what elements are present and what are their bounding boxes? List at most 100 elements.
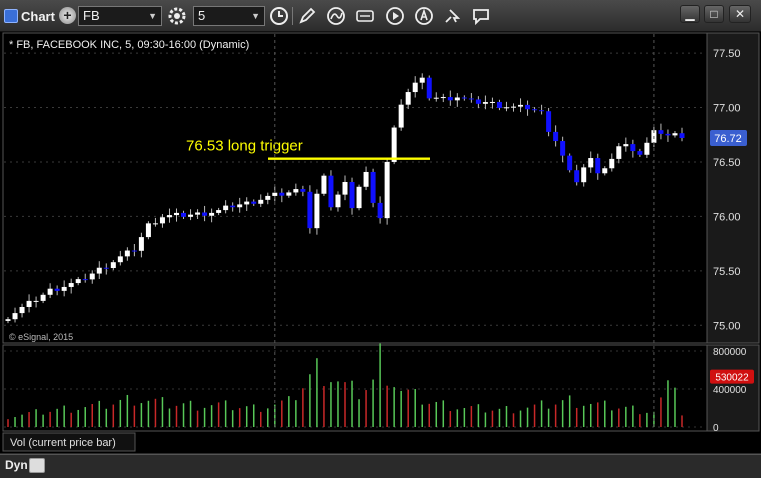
price-tick-label: 76.00 [713,211,741,223]
candle-down [447,97,453,101]
clock-icon[interactable] [268,5,290,27]
candle-down [539,110,545,112]
study-label[interactable]: Vol (current price bar) [10,437,116,449]
candle-up [159,217,165,224]
candle-up [68,283,74,287]
volume-tick-label: 400000 [713,385,747,396]
candle-up [138,237,144,251]
candle-up [384,161,390,219]
long-trigger-label: 76.53 long trigger [186,138,303,155]
cursor-tools-icon[interactable] [441,5,463,27]
alert-icon[interactable] [413,5,435,27]
candle-up [454,97,460,101]
esignal-watermark: © eSignal, 2015 [9,332,73,342]
status-bar: Dyn [0,454,761,478]
candle-down [546,111,552,132]
symbol-input[interactable]: FB ▼ [78,6,162,26]
candle-down [370,171,376,203]
window-title-label: Chart [21,8,55,24]
candle-down [560,141,566,156]
candle-up [363,171,369,187]
play-replay-icon[interactable] [384,5,406,27]
candle-up [5,319,11,321]
candle-up [33,300,39,302]
candle-down [279,192,285,196]
candle-up [223,205,229,211]
candle-down [496,101,502,108]
candle-up [152,223,158,225]
chart-toolbar: Chart + FB ▼ 5 ▼ ▁ □ ✕ [0,0,761,32]
candle-down [658,130,664,134]
candle-up [244,201,250,205]
candle-up [588,158,594,168]
volume-badge: 530022 [710,369,754,384]
candle-down [525,104,531,110]
volume-tick-label: 800000 [713,347,747,358]
minimize-button[interactable]: ▁ [680,5,700,23]
candle-up [489,101,495,103]
candle-down [532,109,538,111]
volume-tick-label: 0 [713,423,719,434]
candle-up [518,104,524,107]
candle-down [307,191,313,229]
settings-gear-icon[interactable] [166,5,188,27]
candle-up [272,192,278,196]
interval-value: 5 [198,8,206,23]
candle-down [595,158,601,174]
candle-down [377,202,383,219]
candle-up [293,189,299,193]
comment-bubble-icon[interactable] [470,5,492,27]
toolbar-separator [292,7,293,25]
candle-down [103,267,109,269]
candle-up [216,210,222,213]
candle-up [75,279,81,284]
add-window-button[interactable]: + [59,7,76,24]
candle-up [609,158,615,169]
candle-up [581,167,587,183]
close-button[interactable]: ✕ [729,5,751,23]
lock-icon[interactable] [29,458,45,473]
candle-up [398,104,404,128]
interval-dropdown-icon[interactable]: ▼ [251,7,260,25]
price-tick-label: 77.50 [713,48,741,60]
candle-up [672,133,678,136]
candle-up [511,106,516,108]
candle-up [26,300,32,307]
candle-up [145,223,151,238]
candle-up [47,288,53,295]
candle-up [391,127,397,162]
candle-up [195,212,201,215]
candle-down [202,212,208,216]
candle-up [237,204,243,208]
candle-up [40,294,46,301]
candle-down [349,181,355,209]
candle-up [321,175,327,194]
candle-up [335,194,341,208]
window-title: Chart [4,6,55,26]
candle-down [637,151,643,155]
candle-down [300,189,306,192]
candle-up [117,256,123,263]
candle-up [124,250,130,257]
candle-up [209,212,215,216]
price-tick-label: 75.00 [713,320,741,332]
candle-down [181,212,187,217]
candle-up [188,214,194,217]
last-price-badge: 76.72 [710,130,747,146]
quote-icon[interactable] [354,5,376,27]
chart-app-icon [4,9,18,23]
symbol-dropdown-icon[interactable]: ▼ [148,7,157,25]
study-curve-icon[interactable] [325,5,347,27]
maximize-button[interactable]: □ [704,5,724,23]
dynamic-mode-label: Dyn [5,458,28,472]
symbol-value: FB [83,8,100,23]
interval-input[interactable]: 5 ▼ [193,6,265,26]
candle-up [482,102,488,104]
candle-up [265,195,271,200]
pencil-draw-icon[interactable] [296,5,318,27]
candle-down [251,201,257,204]
candle-down [82,279,88,281]
candle-up [61,286,67,291]
chart-canvas[interactable]: * FB, FACEBOOK INC, 5, 09:30-16:00 (Dyna… [0,32,761,478]
candle-up [602,168,608,174]
